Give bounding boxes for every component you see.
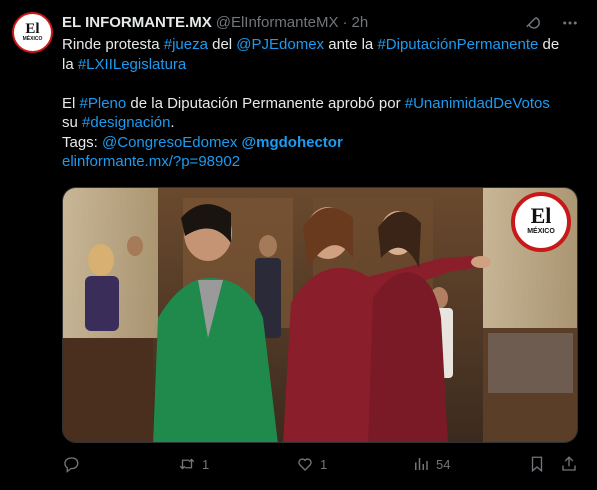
text-span: ante la (324, 36, 378, 53)
views-icon (415, 458, 428, 470)
like-button[interactable]: 1 (296, 455, 327, 473)
hashtag-link[interactable]: #designación (82, 114, 170, 131)
tweet-header: EL INFORMANTE.MX @ElInformanteMX · 2h (62, 12, 368, 32)
tweet-card[interactable]: El MÉXICO EL INFORMANTE.MX @ElInformante… (0, 0, 597, 490)
url-link[interactable]: elinformante.mx/?p=98902 (62, 153, 240, 170)
tweet-line-1: Rinde protesta #jueza del @PJEdomex ante… (62, 35, 582, 55)
retweet-icon (179, 458, 195, 470)
avatar-logo-text: El (25, 21, 40, 37)
more-icon[interactable] (561, 14, 579, 37)
bookmark-button[interactable] (528, 455, 546, 473)
tweet-line-6: elinformante.mx/?p=98902 (62, 152, 582, 172)
text-span: de la Diputación Permanente aprobó por (126, 94, 405, 112)
share-icon (562, 456, 576, 471)
text-span: su (62, 114, 83, 131)
hashtag-link[interactable]: #jueza (164, 36, 208, 53)
grok-icon[interactable] (523, 14, 541, 37)
header-actions (523, 14, 579, 37)
avatar[interactable]: El MÉXICO (12, 12, 53, 53)
watermark-logo-text: El (530, 203, 552, 228)
text-span: Rinde protesta (62, 36, 164, 53)
hashtag-link[interactable]: #LXIILegislatura (78, 56, 186, 73)
hashtag-link[interactable]: #Pleno (80, 95, 127, 112)
like-icon (298, 458, 312, 471)
reply-button[interactable] (62, 455, 86, 473)
text-span: . (170, 114, 175, 131)
bookmark-icon (531, 456, 543, 473)
hashtag-link[interactable]: #DiputaciónPermanente (377, 36, 538, 53)
tweet-photo[interactable]: El MÉXICO (62, 187, 578, 443)
text-span: del (207, 36, 237, 53)
text-span: de (538, 36, 560, 53)
views-count: 54 (436, 456, 451, 472)
views-button[interactable]: 54 (412, 455, 450, 473)
text-span: la (62, 55, 78, 73)
timestamp[interactable]: 2h (352, 14, 369, 31)
mention-link[interactable]: @CongresoEdomex (102, 134, 237, 151)
tweet-line-4: su #designación. (62, 113, 582, 133)
tweet-line-5: Tags: @CongresoEdomex @mgdohector (62, 133, 582, 153)
retweet-count: 1 (202, 456, 210, 472)
author-name[interactable]: EL INFORMANTE.MX (62, 14, 212, 31)
retweet-button[interactable]: 1 (178, 455, 209, 473)
text-span: El (62, 94, 80, 112)
mention-link[interactable]: @mgdohector (242, 134, 343, 151)
watermark-logo-subtext: MÉXICO (527, 228, 555, 235)
author-handle[interactable]: @ElInformanteMX (216, 14, 339, 31)
action-bar: 1 1 54 (62, 455, 582, 477)
avatar-logo-subtext: MÉXICO (22, 36, 43, 42)
like-count: 1 (320, 456, 328, 472)
tweet-line-3: El #Pleno de la Diputación Permanente ap… (62, 94, 582, 114)
photo-illustration (63, 188, 577, 442)
hashtag-link[interactable]: #UnanimidadDeVotos (405, 95, 550, 112)
mention-link[interactable]: @PJEdomex (236, 36, 324, 53)
text-span: Tags: (62, 133, 103, 151)
tweet-text: Rinde protesta #jueza del @PJEdomex ante… (62, 35, 582, 172)
share-button[interactable] (560, 455, 578, 473)
reply-icon (64, 457, 79, 473)
separator-dot: · (342, 13, 348, 31)
tweet-line-2: la #LXIILegislatura (62, 55, 582, 75)
